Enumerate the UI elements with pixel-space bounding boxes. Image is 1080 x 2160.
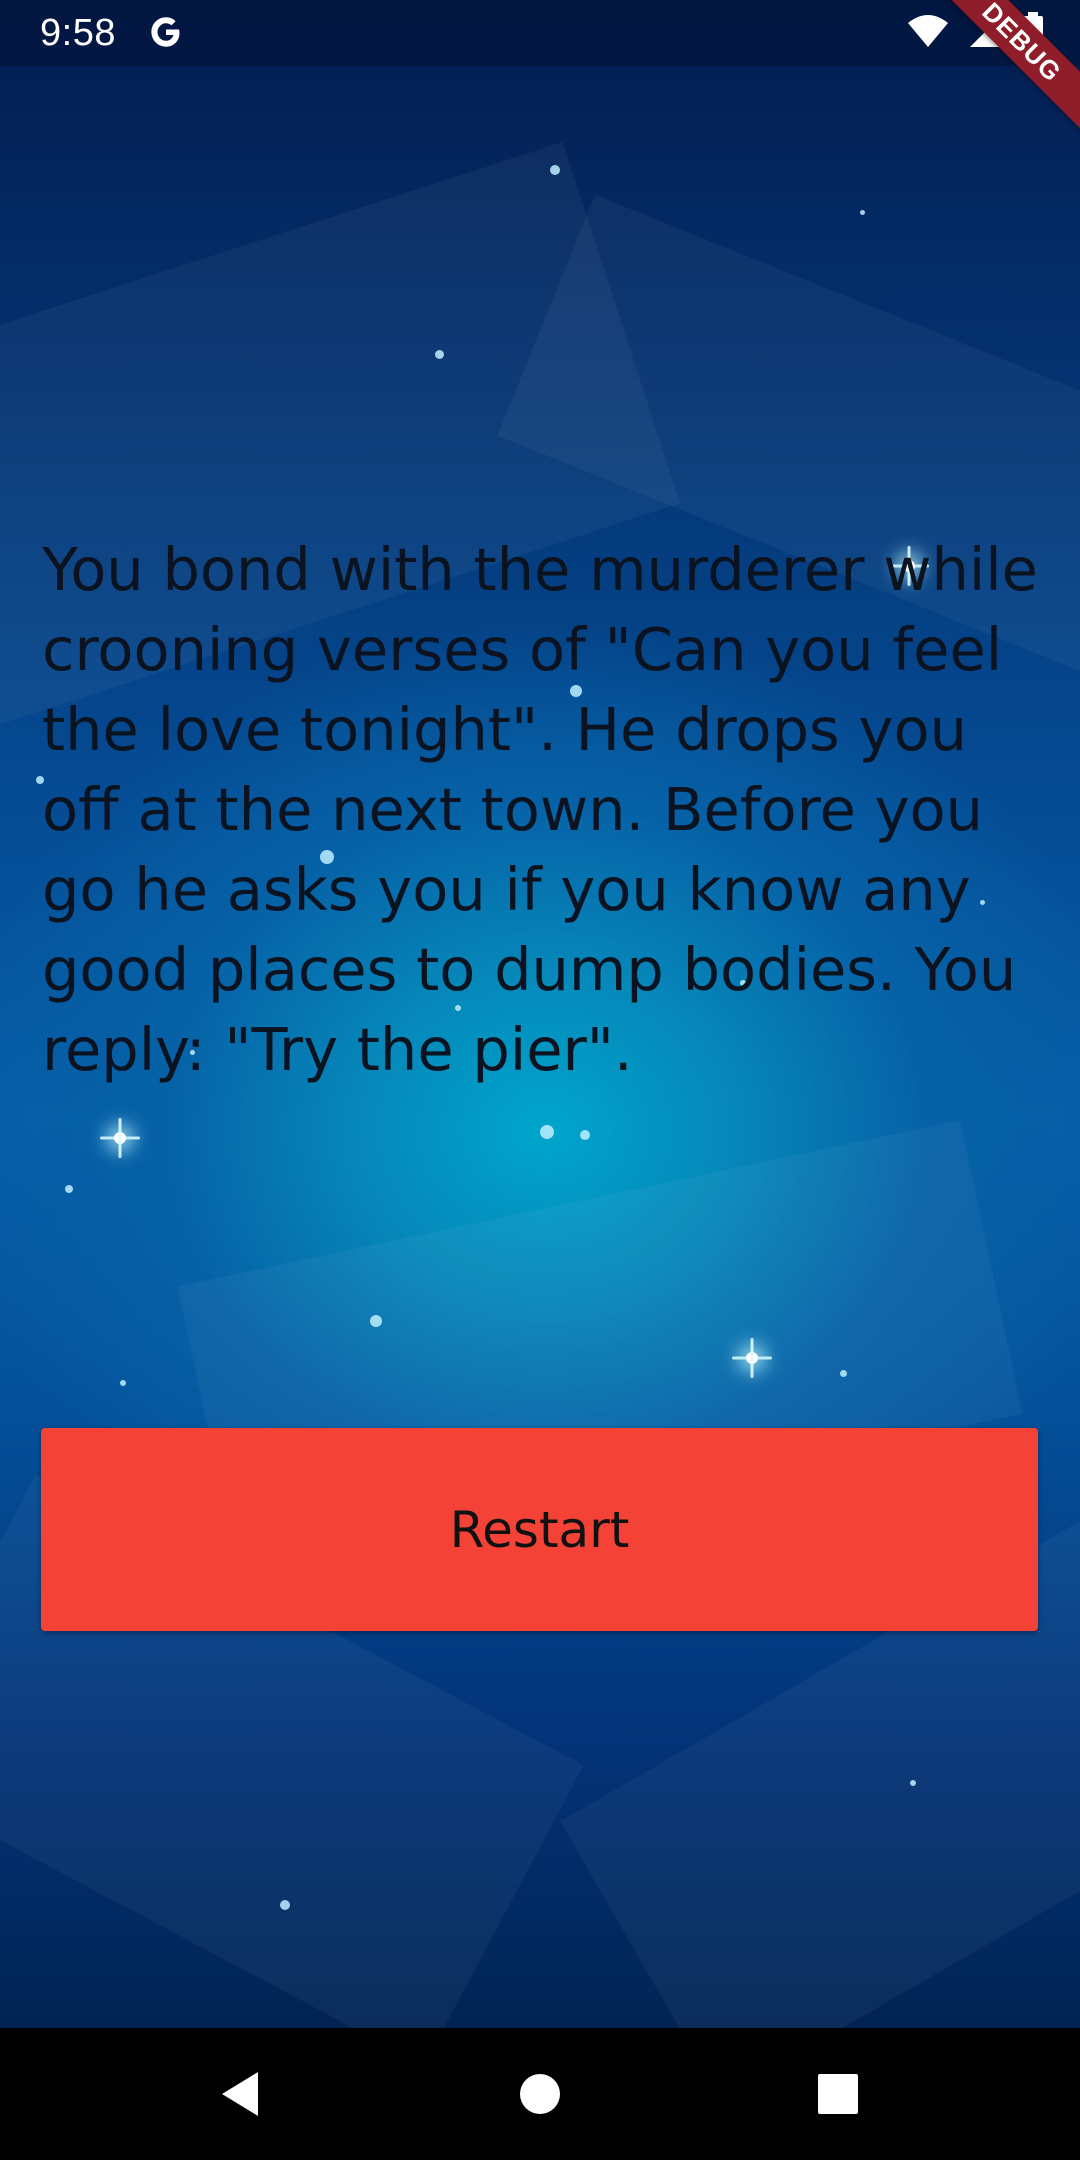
google-g-icon (146, 12, 186, 52)
star (860, 210, 865, 215)
restart-button[interactable]: Restart (41, 1428, 1038, 1631)
star (840, 1370, 847, 1377)
star (580, 1130, 590, 1140)
star (370, 1315, 382, 1327)
star (120, 1380, 126, 1386)
star (435, 350, 444, 359)
navigation-bar (0, 2028, 1080, 2160)
star (540, 1125, 554, 1139)
sparkle (732, 1338, 772, 1378)
status-time: 9:58 (40, 12, 116, 54)
recents-icon[interactable] (810, 2066, 866, 2122)
story-text: You bond with the murderer while croonin… (42, 535, 1038, 1084)
app-screen: 9:58 DEBUG You bond with the murderer wh… (0, 0, 1080, 2160)
star (280, 1900, 290, 1910)
back-icon[interactable] (212, 2066, 268, 2122)
status-bar: 9:58 (0, 0, 1080, 66)
star (550, 165, 560, 175)
star (65, 1185, 73, 1193)
sparkle (100, 1118, 140, 1158)
star (910, 1780, 916, 1786)
home-icon[interactable] (512, 2066, 568, 2122)
wifi-icon (906, 13, 950, 54)
